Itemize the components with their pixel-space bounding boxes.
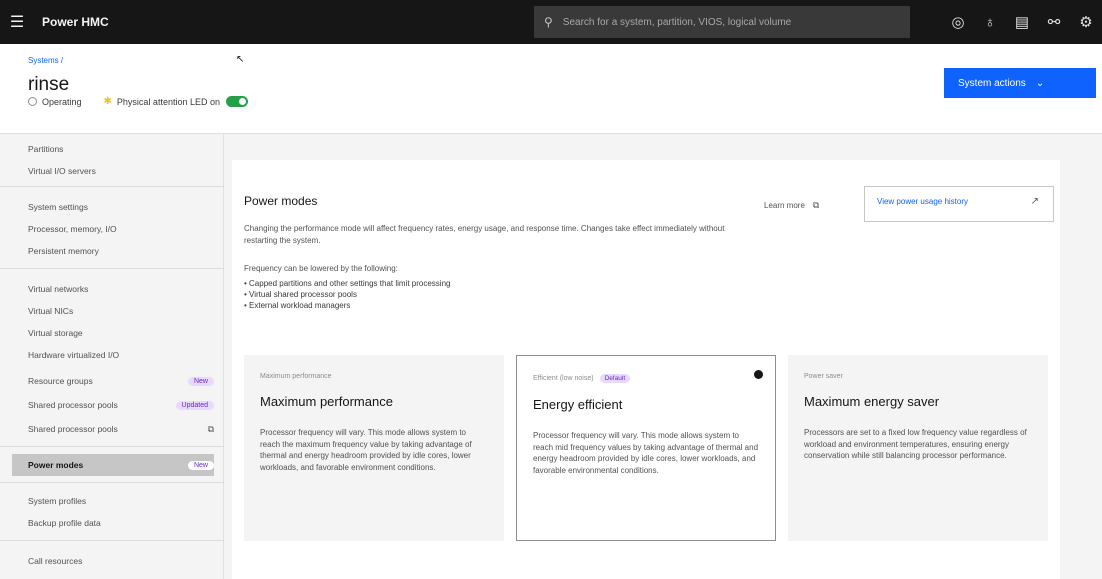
hamburger-menu-icon[interactable]: ☰	[0, 0, 34, 44]
list-item: External workload managers	[244, 300, 450, 311]
tile-maximum-performance[interactable]: Maximum performance Maximum performance …	[244, 355, 504, 541]
app-title[interactable]: Power HMC	[42, 15, 109, 29]
frequency-intro: Frequency can be lowered by the followin…	[244, 264, 398, 273]
sidebar-divider	[0, 446, 224, 447]
sidebar-item-persistent-memory[interactable]: Persistent memory	[28, 242, 214, 260]
global-search-input[interactable]: ⚲ Search for a system, partition, VIOS, …	[534, 6, 910, 38]
tile-title: Maximum performance	[260, 394, 393, 409]
tile-title: Energy efficient	[533, 397, 623, 412]
view-power-usage-history-button[interactable]: View power usage history ↗	[864, 186, 1054, 222]
clipboard-icon[interactable]: ▤	[1006, 0, 1038, 44]
power-modes-description: Changing the performance mode will affec…	[244, 224, 725, 245]
sidebar-item-system-profiles[interactable]: System profiles	[28, 492, 214, 510]
section-title: Power modes	[244, 194, 318, 208]
top-navigation-bar: ☰ Power HMC ⚲ Search for a system, parti…	[0, 0, 1102, 44]
learn-more-label: Learn more	[764, 201, 805, 210]
sidebar-item-vios[interactable]: Virtual I/O servers	[28, 162, 214, 180]
sidebar-item-processor-memory-io[interactable]: Processor, memory, I/O	[28, 220, 214, 238]
attention-led-toggle[interactable]	[225, 96, 248, 107]
learn-more-link[interactable]: Learn more ⧉	[764, 200, 819, 211]
sidebar: Partitions Virtual I/O servers System se…	[0, 134, 224, 579]
default-tag: Default	[599, 374, 631, 383]
new-tag: New	[187, 376, 214, 386]
mouse-cursor-icon: ↖	[236, 54, 245, 65]
status-row: Operating ✱ Physical attention LED on	[28, 96, 248, 107]
search-icon: ⚲	[544, 15, 553, 29]
tile-kicker-text: Power saver	[804, 373, 843, 380]
user-icon[interactable]: ⚯	[1038, 0, 1070, 44]
tile-energy-efficient[interactable]: Efficient (low noise) Default Energy effi…	[516, 355, 776, 541]
sidebar-item-call-resources[interactable]: Call resources	[28, 552, 214, 570]
sidebar-item-backup-profile-data[interactable]: Backup profile data	[28, 514, 214, 532]
status-icon	[28, 97, 37, 106]
updated-tag: Updated	[175, 400, 214, 410]
tile-kicker-text: Efficient (low noise)	[533, 375, 594, 382]
chevron-down-icon: ⌄	[1035, 77, 1045, 89]
sidebar-item-label: Shared processor pools	[28, 424, 118, 434]
sidebar-divider	[0, 540, 224, 541]
system-actions-label: System actions	[958, 77, 1026, 89]
sidebar-item-hardware-virtualized-io[interactable]: Hardware virtualized I/O	[28, 346, 214, 364]
sidebar-item-label: Call resources	[28, 556, 83, 566]
status-text: Operating	[42, 96, 82, 107]
warning-icon: ✱	[103, 96, 112, 107]
sidebar-item-label: Backup profile data	[28, 518, 101, 528]
sidebar-divider	[0, 482, 224, 483]
tile-kicker-text: Maximum performance	[260, 373, 332, 380]
list-item: Capped partitions and other settings tha…	[244, 278, 450, 289]
sidebar-item-partitions[interactable]: Partitions	[28, 140, 214, 158]
app-window: ☰ Power HMC ⚲ Search for a system, parti…	[0, 0, 1102, 579]
sidebar-item-label: Virtual NICs	[28, 306, 74, 316]
sidebar-item-label: Persistent memory	[28, 246, 99, 256]
sidebar-item-label: System profiles	[28, 496, 87, 506]
tile-description: Processors are set to a fixed low freque…	[804, 428, 1027, 460]
breadcrumb[interactable]: Systems /	[28, 56, 63, 65]
sidebar-item-label: Virtual storage	[28, 328, 83, 338]
new-tag: New	[187, 460, 214, 470]
notification-icon[interactable]: ♁	[974, 0, 1006, 44]
sidebar-item-label: Partitions	[28, 144, 64, 154]
tile-description: Processor frequency will vary. This mode…	[260, 428, 472, 472]
search-placeholder: Search for a system, partition, VIOS, lo…	[562, 16, 792, 28]
selected-radio-icon[interactable]	[754, 370, 763, 379]
sidebar-item-power-modes[interactable]: Power modes New	[12, 454, 214, 476]
sidebar-item-label: Shared processor pools	[28, 400, 118, 410]
tile-title: Maximum energy saver	[804, 394, 940, 409]
sidebar-item-virtual-storage[interactable]: Virtual storage	[28, 324, 214, 342]
sidebar-item-shared-processor-pools-external[interactable]: Shared processor pools ⧉	[28, 420, 214, 438]
arrow-up-right-icon: ↗	[1030, 196, 1039, 207]
tile-maximum-energy-saver[interactable]: Power saver Maximum energy saver Process…	[788, 355, 1048, 541]
sidebar-item-label: Resource groups	[28, 376, 93, 386]
system-actions-button[interactable]: System actions ⌄	[944, 68, 1096, 98]
sidebar-divider	[0, 268, 224, 269]
sidebar-item-system-settings[interactable]: System settings	[28, 198, 214, 216]
sidebar-item-label: Virtual I/O servers	[28, 166, 96, 176]
frequency-bullet-list: Capped partitions and other settings tha…	[244, 278, 450, 311]
attention-led-label: Physical attention LED on	[116, 96, 220, 107]
header-icons: ◎ ♁ ▤ ⚯ ⚙	[942, 0, 1102, 44]
tile-kicker: Efficient (low noise) Default	[533, 374, 759, 383]
sidebar-item-label: Virtual networks	[28, 284, 89, 294]
usage-button-label: View power usage history	[877, 197, 969, 206]
settings-icon[interactable]: ⚙	[1070, 0, 1102, 44]
tile-kicker: Maximum performance	[260, 373, 488, 380]
list-item: Virtual shared processor pools	[244, 289, 450, 300]
sidebar-item-virtual-nics[interactable]: Virtual NICs	[28, 302, 214, 320]
sidebar-item-resource-groups[interactable]: Resource groups New	[28, 372, 214, 390]
external-link-icon: ⧉	[207, 423, 214, 434]
page-title: rinse	[28, 74, 70, 95]
external-link-icon: ⧉	[812, 200, 820, 210]
sidebar-item-label: System settings	[28, 202, 88, 212]
sidebar-item-label: Processor, memory, I/O	[28, 224, 117, 234]
sidebar-divider	[0, 186, 224, 187]
tile-description: Processor frequency will vary. This mode…	[533, 431, 759, 475]
sidebar-item-shared-processor-pools[interactable]: Shared processor pools Updated	[28, 396, 214, 414]
help-icon[interactable]: ◎	[942, 0, 974, 44]
sidebar-item-label: Power modes	[28, 460, 84, 470]
tile-kicker: Power saver	[804, 373, 1032, 380]
sidebar-item-virtual-networks[interactable]: Virtual networks	[28, 280, 214, 298]
sidebar-item-label: Hardware virtualized I/O	[28, 350, 120, 360]
page-header: Systems / rinse ↖ System actions ⌄	[0, 44, 1102, 134]
